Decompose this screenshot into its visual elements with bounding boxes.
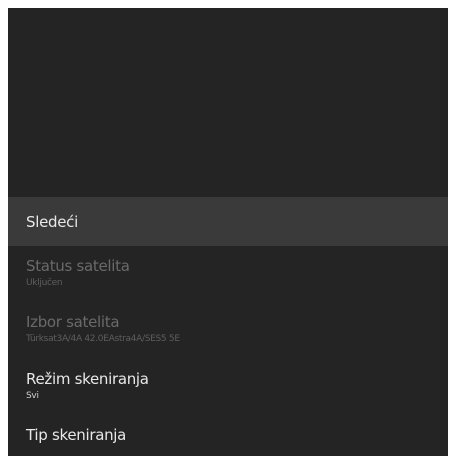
menu-item-scan-type-title: Tip skeniranja — [26, 426, 127, 444]
menu-item-next-title: Sledeći — [26, 213, 78, 231]
menu-item-satellite-selection-title: Izbor satelita — [26, 313, 120, 331]
scan-settings-menu: Sledeći Status satelita Uključen Izbor s… — [8, 197, 448, 456]
menu-item-satellite-selection-value: Türksat3A/4A 42.0EAstra4A/SES5 5E — [26, 334, 180, 344]
menu-item-satellite-status[interactable]: Status satelita Uključen — [8, 246, 448, 302]
menu-item-scan-mode-value: Svi — [26, 391, 39, 401]
menu-item-next[interactable]: Sledeći — [8, 197, 448, 246]
menu-item-satellite-selection[interactable]: Izbor satelita Türksat3A/4A 42.0EAstra4A… — [8, 302, 448, 358]
menu-item-scan-mode[interactable]: Režim skeniranja Svi — [8, 358, 448, 414]
menu-item-satellite-status-value: Uključen — [26, 278, 63, 288]
menu-item-scan-mode-title: Režim skeniranja — [26, 370, 149, 388]
menu-item-scan-type[interactable]: Tip skeniranja — [8, 414, 448, 456]
settings-panel: Sledeći Status satelita Uključen Izbor s… — [8, 8, 448, 456]
menu-item-satellite-status-title: Status satelita — [26, 257, 130, 275]
